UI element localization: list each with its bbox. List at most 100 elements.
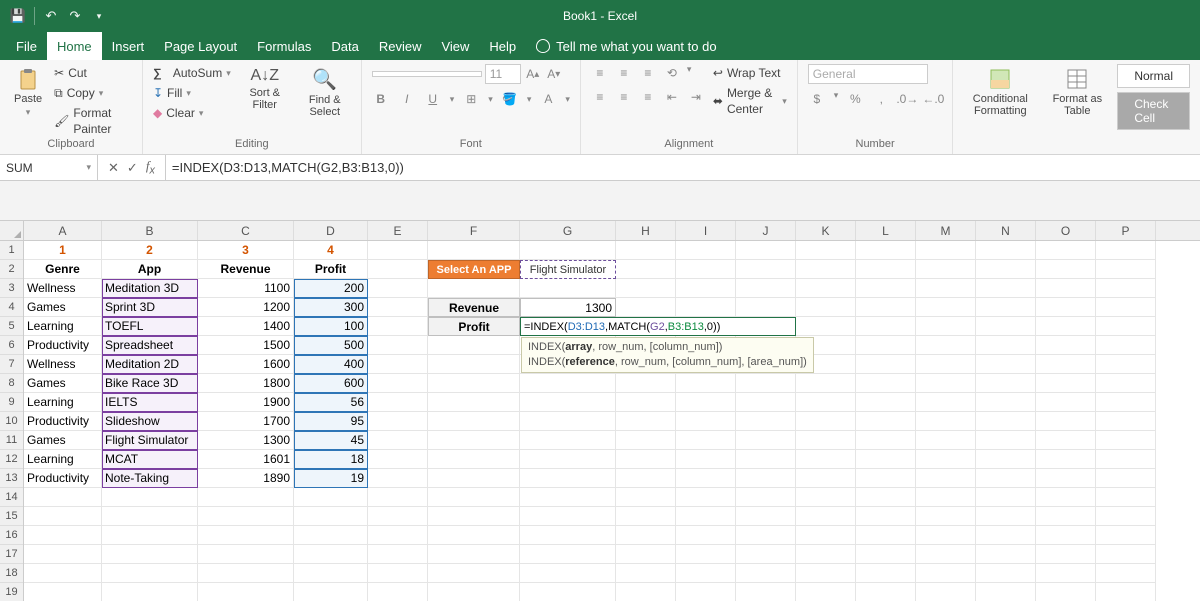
cell[interactable]: [520, 279, 616, 298]
cell[interactable]: [796, 317, 856, 336]
cell[interactable]: 18: [294, 450, 368, 469]
cell[interactable]: Learning: [24, 393, 102, 412]
row-header-14[interactable]: 14: [0, 488, 23, 507]
bold-button[interactable]: B: [372, 90, 390, 108]
cell[interactable]: [1096, 374, 1156, 393]
qat-customize-icon[interactable]: ▾: [91, 8, 107, 24]
cell[interactable]: 1890: [198, 469, 294, 488]
col-header-L[interactable]: L: [856, 221, 916, 240]
cell[interactable]: Revenue: [198, 260, 294, 279]
cell[interactable]: [616, 260, 676, 279]
col-header-G[interactable]: G: [520, 221, 616, 240]
cell[interactable]: [916, 336, 976, 355]
cell[interactable]: [1036, 469, 1096, 488]
cell[interactable]: 300: [294, 298, 368, 317]
cell[interactable]: [616, 431, 676, 450]
cell[interactable]: [520, 564, 616, 583]
cell[interactable]: [616, 545, 676, 564]
cell[interactable]: [856, 488, 916, 507]
cell[interactable]: [102, 564, 198, 583]
cell[interactable]: [198, 545, 294, 564]
cell[interactable]: [520, 507, 616, 526]
cell[interactable]: Note-Taking: [102, 469, 198, 488]
decrease-decimal-icon[interactable]: ←.0: [924, 90, 942, 108]
cell[interactable]: [616, 279, 676, 298]
cell[interactable]: [428, 488, 520, 507]
cell[interactable]: 500: [294, 336, 368, 355]
undo-icon[interactable]: ↶: [43, 8, 59, 24]
cell[interactable]: 1400: [198, 317, 294, 336]
cell[interactable]: [916, 488, 976, 507]
cell[interactable]: [294, 507, 368, 526]
cell[interactable]: [428, 336, 520, 355]
font-size-select[interactable]: 11: [485, 64, 521, 84]
cell[interactable]: [24, 488, 102, 507]
column-headers[interactable]: ABCDEFGHIJKLMNOP: [24, 221, 1200, 241]
enter-icon[interactable]: ✓: [127, 160, 138, 176]
cell[interactable]: Profit: [428, 317, 520, 336]
col-header-E[interactable]: E: [368, 221, 428, 240]
cell[interactable]: [428, 241, 520, 260]
cell[interactable]: [796, 526, 856, 545]
font-color-icon[interactable]: A: [539, 90, 557, 108]
cell[interactable]: [368, 355, 428, 374]
format-painter-button[interactable]: 🖌Format Painter: [54, 104, 132, 138]
cell[interactable]: [976, 374, 1036, 393]
cell[interactable]: [916, 393, 976, 412]
row-header-15[interactable]: 15: [0, 507, 23, 526]
cell[interactable]: [976, 545, 1036, 564]
cell[interactable]: [24, 545, 102, 564]
cell[interactable]: [24, 526, 102, 545]
cell[interactable]: [1036, 431, 1096, 450]
cell[interactable]: Flight Simulator: [520, 260, 616, 279]
tab-file[interactable]: File: [6, 32, 47, 60]
cell[interactable]: [428, 564, 520, 583]
cell[interactable]: 1500: [198, 336, 294, 355]
cell[interactable]: [796, 431, 856, 450]
cell[interactable]: 95: [294, 412, 368, 431]
cell[interactable]: Learning: [24, 317, 102, 336]
cell[interactable]: [976, 469, 1036, 488]
cell[interactable]: [736, 260, 796, 279]
cell[interactable]: 600: [294, 374, 368, 393]
merge-center-button[interactable]: ⬌Merge & Center▾: [713, 84, 787, 118]
row-header-12[interactable]: 12: [0, 450, 23, 469]
cell[interactable]: [368, 564, 428, 583]
cell[interactable]: [1036, 564, 1096, 583]
cell[interactable]: [736, 526, 796, 545]
cell[interactable]: [428, 279, 520, 298]
cell[interactable]: 1200: [198, 298, 294, 317]
cell[interactable]: [856, 583, 916, 601]
cell[interactable]: [856, 431, 916, 450]
cell[interactable]: [736, 507, 796, 526]
cell[interactable]: [736, 241, 796, 260]
cell[interactable]: [916, 355, 976, 374]
cell[interactable]: [976, 507, 1036, 526]
redo-icon[interactable]: ↷: [67, 8, 83, 24]
percent-icon[interactable]: %: [846, 90, 864, 108]
cell[interactable]: 45: [294, 431, 368, 450]
cell[interactable]: [1096, 450, 1156, 469]
cell[interactable]: [520, 488, 616, 507]
cell[interactable]: =INDEX(D3:D13,MATCH(G2,B3:B13,0))INDEX(a…: [520, 317, 796, 336]
cell[interactable]: [1036, 374, 1096, 393]
cut-button[interactable]: ✂Cut: [54, 64, 132, 82]
cell[interactable]: [368, 545, 428, 564]
cell[interactable]: [102, 583, 198, 601]
cell[interactable]: [198, 564, 294, 583]
cell[interactable]: [520, 545, 616, 564]
cell[interactable]: [1096, 355, 1156, 374]
cell[interactable]: [976, 317, 1036, 336]
cell[interactable]: Productivity: [24, 469, 102, 488]
row-header-18[interactable]: 18: [0, 564, 23, 583]
cell[interactable]: Productivity: [24, 412, 102, 431]
cell[interactable]: [796, 564, 856, 583]
cell[interactable]: [856, 374, 916, 393]
wrap-text-button[interactable]: ↩Wrap Text: [713, 64, 787, 82]
cell[interactable]: [102, 488, 198, 507]
cell[interactable]: [428, 355, 520, 374]
cell[interactable]: [24, 583, 102, 601]
cell[interactable]: [1096, 545, 1156, 564]
paste-button[interactable]: Paste ▾: [10, 64, 46, 121]
cell[interactable]: [1036, 488, 1096, 507]
